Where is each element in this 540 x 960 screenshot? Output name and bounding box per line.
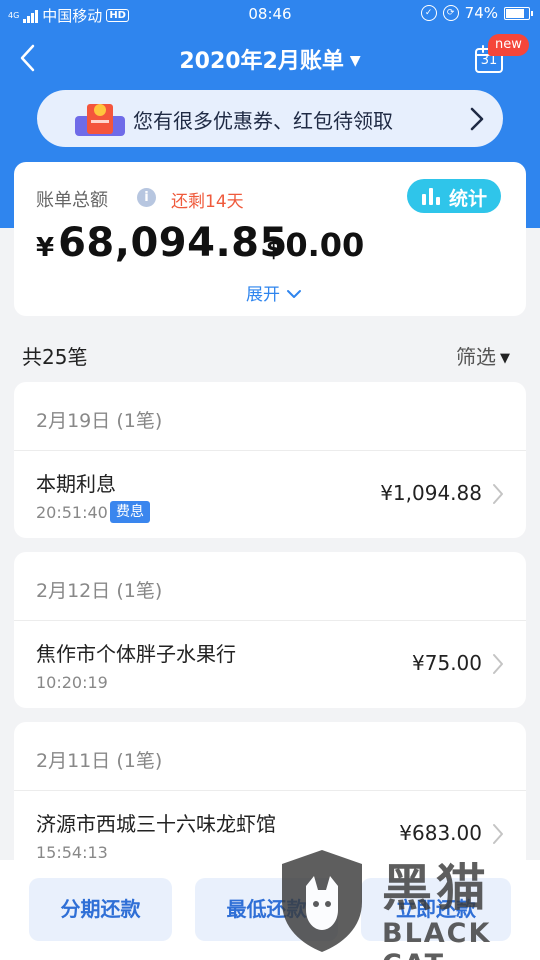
group-date: 2月12日 (1笔) xyxy=(36,576,162,603)
date-text: 2月12日 xyxy=(36,580,111,602)
filter-label: 筛选 xyxy=(456,345,496,369)
divider xyxy=(14,450,526,451)
battery-percent: 74% xyxy=(464,4,498,22)
nav-header: 2020年2月账单 ▼ 31 xyxy=(0,30,540,86)
chevron-right-icon xyxy=(470,107,484,131)
date-text: 2月11日 xyxy=(36,750,111,772)
usd-symbol: $ xyxy=(266,237,282,262)
chevron-down-icon xyxy=(287,290,301,298)
cny-symbol: ¥ xyxy=(36,233,55,263)
group-date: 2月19日 (1笔) xyxy=(36,406,162,433)
minimum-payment-button[interactable]: 最低还款 xyxy=(195,878,338,941)
transaction-count: 共25笔 xyxy=(22,345,88,369)
date-count: (1笔) xyxy=(116,410,163,432)
stats-label: 统计 xyxy=(449,188,488,210)
security-shield-icon: ✓ xyxy=(420,5,437,21)
chevron-right-icon xyxy=(493,824,503,844)
expand-label: 展开 xyxy=(246,285,280,305)
status-right: ✓ ⟳ 74% xyxy=(420,4,533,22)
bill-total-label: 账单总额 xyxy=(36,190,108,211)
days-remaining: 还剩14天 xyxy=(171,192,244,212)
transaction-time: 10:20:19 xyxy=(36,673,108,692)
bill-month-selector[interactable]: 2020年2月账单 ▼ xyxy=(0,43,540,75)
transaction-time: 20:51:40 xyxy=(36,503,108,522)
chevron-right-icon xyxy=(493,484,503,504)
divider xyxy=(14,620,526,621)
day-group: 2月11日 (1笔) 济源市西城三十六味龙虾馆 15:54:13 ¥683.00 xyxy=(14,722,526,878)
merchant-name: 济源市西城三十六味龙虾馆 xyxy=(36,812,276,836)
merchant-name: 焦作市个体胖子水果行 xyxy=(36,642,236,666)
promo-banner[interactable]: 您有很多优惠券、红包待领取 xyxy=(37,90,503,147)
new-badge: new xyxy=(488,34,529,56)
promo-text: 您有很多优惠券、红包待领取 xyxy=(133,109,393,133)
day-group: 2月12日 (1笔) 焦作市个体胖子水果行 10:20:19 ¥75.00 xyxy=(14,552,526,708)
installment-button[interactable]: 分期还款 xyxy=(29,878,172,941)
transaction-amount: ¥683.00 xyxy=(399,821,482,845)
day-group: 2月19日 (1笔) 本期利息 20:51:40 费息 ¥1,094.88 xyxy=(14,382,526,538)
caret-down-icon: ▼ xyxy=(349,53,361,69)
red-packet-icon xyxy=(75,104,125,136)
fee-tag: 费息 xyxy=(110,501,150,523)
stats-button[interactable]: 统计 xyxy=(407,179,501,213)
page-title: 2020年2月账单 xyxy=(179,49,344,74)
date-count: (1笔) xyxy=(116,580,163,602)
bottom-action-bar: 分期还款 最低还款 立即还款 xyxy=(0,860,540,960)
cny-amount: 68,094.85 xyxy=(58,220,288,266)
transaction-amount: ¥1,094.88 xyxy=(380,481,482,505)
usd-amount: 0.00 xyxy=(285,226,365,264)
divider xyxy=(14,790,526,791)
date-text: 2月19日 xyxy=(36,410,111,432)
info-icon[interactable]: i xyxy=(137,188,156,207)
merchant-name: 本期利息 xyxy=(36,472,116,496)
cny-total: ¥68,094.85 xyxy=(36,220,288,266)
repay-now-button[interactable]: 立即还款 xyxy=(361,878,511,941)
status-bar: 4G 中国移动 HD 08:46 ✓ ⟳ 74% xyxy=(0,0,540,30)
expand-button[interactable]: 展开 xyxy=(246,280,302,305)
rotation-lock-icon: ⟳ xyxy=(442,5,459,21)
caret-down-icon: ▼ xyxy=(500,351,510,366)
filter-button[interactable]: 筛选 ▼ xyxy=(456,341,510,370)
battery-icon xyxy=(504,6,533,20)
bar-chart-icon xyxy=(422,188,440,205)
usd-total: $0.00 xyxy=(266,226,364,264)
transaction-amount: ¥75.00 xyxy=(412,651,482,675)
group-date: 2月11日 (1笔) xyxy=(36,746,162,773)
bill-summary-card: 账单总额 i 还剩14天 统计 ¥68,094.85 $0.00 展开 xyxy=(14,162,526,316)
date-count: (1笔) xyxy=(116,750,163,772)
chevron-right-icon xyxy=(493,654,503,674)
